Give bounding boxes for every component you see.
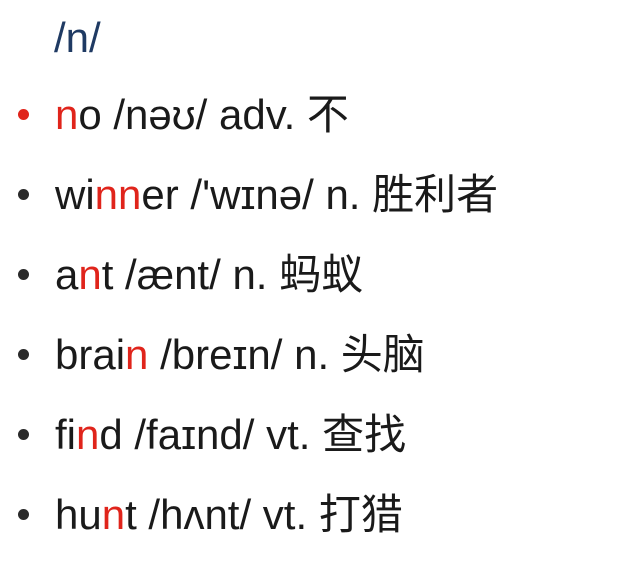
highlighted-letters: n: [76, 411, 100, 458]
word-letters: t: [101, 251, 114, 298]
word-letters: er: [141, 171, 179, 218]
highlighted-letters: n: [78, 251, 102, 298]
word-letters: t: [125, 491, 137, 538]
slide: /n/ no /nəʊ/ adv. 不 winner /'wɪnə/ n. 胜利者…: [0, 0, 643, 588]
highlighted-letters: nn: [94, 171, 142, 218]
word-entry: hunt /hʌnt/ vt. 打猎: [55, 484, 403, 546]
bullet-dot-icon: [18, 349, 29, 360]
highlighted-letters: n: [55, 91, 79, 138]
word-entry: no /nəʊ/ adv. 不: [55, 84, 349, 146]
phonetic-and-meaning: /hʌnt/ vt. 打猎: [136, 491, 403, 538]
bullet-dot-icon: [18, 189, 29, 200]
word-entry: find /faɪnd/ vt. 查找: [55, 404, 406, 466]
phonetic-and-meaning: /nəʊ/ adv. 不: [101, 91, 349, 138]
word-letters: hu: [55, 491, 102, 538]
word-letters: brai: [55, 331, 126, 378]
phonetic-and-meaning: /faɪnd/ vt. 查找: [122, 411, 407, 458]
word-letters: a: [55, 251, 79, 298]
phonetic-and-meaning: /breɪn/ n. 头脑: [148, 331, 425, 378]
phonetic-and-meaning: /'wɪnə/ n. 胜利者: [178, 171, 499, 218]
bullet-dot-icon: [18, 269, 29, 280]
word-letters: wi: [55, 171, 95, 218]
highlighted-letters: n: [101, 491, 126, 538]
word-entry: winner /'wɪnə/ n. 胜利者: [55, 164, 498, 226]
word-letters: d: [99, 411, 123, 458]
word-letters: fi: [55, 411, 76, 458]
phoneme-heading: /n/: [54, 14, 101, 61]
word-letters: o: [78, 91, 102, 138]
word-entry: brain /breɪn/ n. 头脑: [55, 324, 425, 386]
highlighted-letters: n: [125, 331, 149, 378]
bullet-dot-icon: [18, 429, 29, 440]
word-entry: ant /ænt/ n. 蚂蚁: [55, 244, 363, 306]
bullet-dot-icon: [18, 509, 29, 520]
phonetic-and-meaning: /ænt/ n. 蚂蚁: [113, 251, 364, 298]
bullet-dot-icon: [18, 109, 29, 120]
